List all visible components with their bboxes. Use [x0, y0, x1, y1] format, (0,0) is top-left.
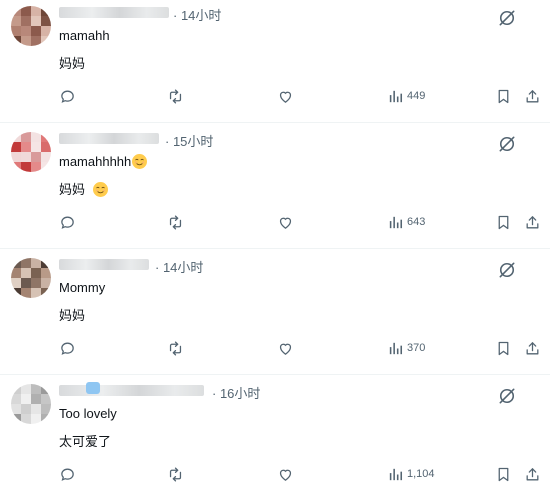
post-timestamp[interactable]: · 15小时 — [165, 131, 213, 150]
like-icon — [277, 214, 294, 231]
blurred-username[interactable] — [59, 259, 149, 270]
avatar[interactable] — [11, 384, 51, 424]
relieved-face-emoji — [93, 182, 109, 197]
avatar[interactable] — [11, 132, 51, 172]
grok-icon[interactable] — [497, 134, 517, 154]
views-button[interactable]: 643 — [387, 211, 425, 233]
bookmark-icon — [495, 466, 512, 483]
view-count: 643 — [407, 216, 426, 228]
reply-button[interactable] — [59, 463, 76, 485]
post-text-translation-label: 太可爱了 — [59, 434, 112, 449]
reply-icon — [59, 214, 76, 231]
like-button[interactable] — [277, 337, 294, 359]
views-button[interactable]: 370 — [387, 337, 425, 359]
post-text-translation-label: 妈妈 — [59, 308, 86, 323]
post-text-translation: 妈妈 — [59, 53, 85, 72]
bookmark-button[interactable] — [495, 211, 512, 233]
like-icon — [277, 340, 294, 357]
reply-post: · 15小时 mamahhhhh 妈妈 643 — [0, 126, 550, 249]
post-text-translation-label: 妈妈 — [59, 182, 86, 197]
like-button[interactable] — [277, 211, 294, 233]
repost-button[interactable] — [167, 85, 184, 107]
repost-icon — [167, 340, 184, 357]
post-text-original: mamahh — [59, 28, 110, 43]
view-count: 1,104 — [407, 468, 435, 480]
bookmark-icon — [495, 214, 512, 231]
reply-icon — [59, 88, 76, 105]
post-text-translation: 妈妈 — [59, 305, 85, 324]
repost-button[interactable] — [167, 337, 184, 359]
blurred-username[interactable] — [59, 133, 159, 144]
share-button[interactable] — [524, 211, 541, 233]
repost-button[interactable] — [167, 211, 184, 233]
share-icon — [524, 466, 541, 483]
share-icon — [524, 88, 541, 105]
like-button[interactable] — [277, 85, 294, 107]
views-icon — [387, 214, 404, 231]
post-text-original-label: mamahhhhh — [59, 154, 132, 169]
bookmark-icon — [495, 88, 512, 105]
like-icon — [277, 466, 294, 483]
avatar[interactable] — [11, 6, 51, 46]
share-button[interactable] — [524, 463, 541, 485]
bookmark-button[interactable] — [495, 337, 512, 359]
post-text-translation-label: 妈妈 — [59, 56, 86, 71]
reply-button[interactable] — [59, 85, 76, 107]
post-text-translation: 妈妈 — [59, 179, 109, 198]
grok-icon[interactable] — [497, 386, 517, 406]
views-button[interactable]: 1,104 — [387, 463, 435, 485]
reply-button[interactable] — [59, 211, 76, 233]
bookmark-button[interactable] — [495, 85, 512, 107]
avatar[interactable] — [11, 258, 51, 298]
view-count: 449 — [407, 90, 426, 102]
post-text-original: Too lovely — [59, 406, 117, 421]
action-bar: 643 — [0, 211, 550, 233]
post-timestamp[interactable]: · 14小时 — [173, 5, 221, 24]
relieved-face-emoji — [132, 154, 148, 169]
like-button[interactable] — [277, 463, 294, 485]
reply-feed: · 14小时 mamahh 妈妈 449 · 15小时 mamahhhhh 妈妈 643 · 1… — [0, 0, 550, 494]
post-text-original: Mommy — [59, 280, 105, 295]
blurred-username[interactable] — [59, 7, 169, 18]
bookmark-button[interactable] — [495, 463, 512, 485]
view-count: 370 — [407, 342, 426, 354]
reply-icon — [59, 340, 76, 357]
post-timestamp[interactable]: · 14小时 — [155, 257, 203, 276]
share-icon — [524, 214, 541, 231]
reply-post: · 16小时 Too lovely 太可爱了 1,104 — [0, 378, 550, 500]
bookmark-icon — [495, 340, 512, 357]
reply-icon — [59, 466, 76, 483]
repost-button[interactable] — [167, 463, 184, 485]
post-text-original: mamahhhhh — [59, 154, 148, 169]
verified-badge-icon — [86, 382, 100, 394]
post-text-original-label: Mommy — [59, 280, 106, 295]
action-bar: 449 — [0, 85, 550, 107]
views-icon — [387, 340, 404, 357]
views-button[interactable]: 449 — [387, 85, 425, 107]
repost-icon — [167, 88, 184, 105]
action-bar: 370 — [0, 337, 550, 359]
action-bar: 1,104 — [0, 463, 550, 485]
post-text-original-label: Too lovely — [59, 406, 117, 421]
share-button[interactable] — [524, 85, 541, 107]
views-icon — [387, 88, 404, 105]
grok-icon[interactable] — [497, 260, 517, 280]
share-icon — [524, 340, 541, 357]
grok-icon[interactable] — [497, 8, 517, 28]
blurred-username[interactable] — [59, 385, 204, 396]
reply-post: · 14小时 mamahh 妈妈 449 — [0, 0, 550, 123]
share-button[interactable] — [524, 337, 541, 359]
post-text-original-label: mamahh — [59, 28, 110, 43]
views-icon — [387, 466, 404, 483]
reply-button[interactable] — [59, 337, 76, 359]
repost-icon — [167, 466, 184, 483]
post-timestamp[interactable]: · 16小时 — [212, 383, 260, 402]
like-icon — [277, 88, 294, 105]
repost-icon — [167, 214, 184, 231]
post-text-translation: 太可爱了 — [59, 431, 111, 450]
reply-post: · 14小时 Mommy 妈妈 370 — [0, 252, 550, 375]
